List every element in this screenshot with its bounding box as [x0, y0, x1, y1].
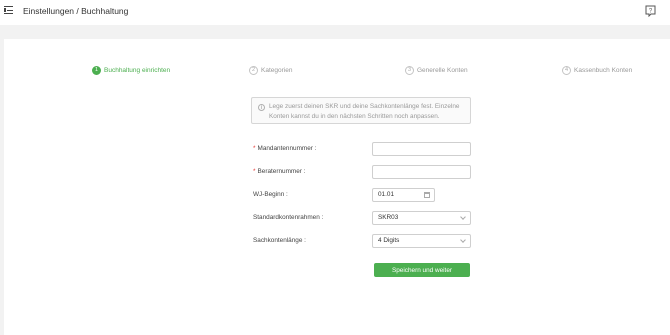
standardkontenrahmen-label: Standardkontenrahmen :	[253, 214, 324, 221]
step-number: 2	[249, 65, 258, 75]
wj-beginn-datepicker[interactable]: 01.01	[372, 188, 435, 202]
step-label: Kassenbuch Konten	[574, 66, 633, 74]
page-title: Einstellungen / Buchhaltung	[23, 6, 129, 16]
chevron-down-icon	[460, 237, 466, 243]
sachkontenlaenge-select[interactable]: 4 Digits	[372, 234, 471, 248]
wj-beginn-label: WJ-Beginn :	[253, 191, 288, 198]
top-bar: Einstellungen / Buchhaltung ?	[0, 0, 670, 25]
mandantennummer-label: * Mandantennummer :	[253, 145, 316, 152]
standardkontenrahmen-select[interactable]: SKR03	[372, 211, 471, 225]
beraternummer-label-text: Beraternummer :	[257, 168, 306, 175]
info-icon: i	[258, 104, 265, 111]
step-number: 3	[405, 65, 414, 75]
sachkontenlaenge-value: 4 Digits	[378, 237, 400, 244]
info-box: i Lege zuerst deinen SKR und deine Sachk…	[251, 97, 471, 124]
sachkontenlaenge-label: Sachkontenlänge :	[253, 237, 306, 244]
mandantennummer-input[interactable]	[372, 142, 471, 156]
required-marker: *	[253, 145, 256, 152]
step-label: Buchhaltung einrichten	[104, 66, 171, 74]
menu-collapse-icon[interactable]	[4, 6, 14, 15]
wj-beginn-value: 01.01	[378, 191, 394, 198]
step-number: 1	[92, 65, 101, 75]
beraternummer-label: * Beraternummer :	[253, 168, 305, 175]
step-buchhaltung-einrichten[interactable]: 1 Buchhaltung einrichten	[92, 65, 170, 75]
calendar-icon[interactable]	[424, 192, 430, 198]
step-kategorien[interactable]: 2 Kategorien	[249, 65, 292, 75]
required-marker: *	[253, 168, 256, 175]
save-and-continue-button[interactable]: Speichern und weiter	[374, 263, 470, 277]
step-label: Kategorien	[261, 66, 293, 74]
step-generelle-konten[interactable]: 3 Generelle Konten	[405, 65, 468, 75]
svg-text:?: ?	[649, 8, 653, 14]
beraternummer-input[interactable]	[372, 165, 471, 179]
step-number: 4	[562, 65, 571, 75]
step-kassenbuch-konten[interactable]: 4 Kassenbuch Konten	[562, 65, 632, 75]
standardkontenrahmen-value: SKR03	[378, 214, 399, 221]
mandantennummer-label-text: Mandantennummer :	[257, 145, 317, 152]
step-label: Generelle Konten	[417, 66, 468, 74]
help-question-icon[interactable]: ?	[645, 5, 656, 17]
settings-card	[4, 39, 670, 335]
chevron-down-icon	[460, 214, 466, 220]
info-text: Lege zuerst deinen SKR und deine Sachkon…	[269, 103, 460, 120]
